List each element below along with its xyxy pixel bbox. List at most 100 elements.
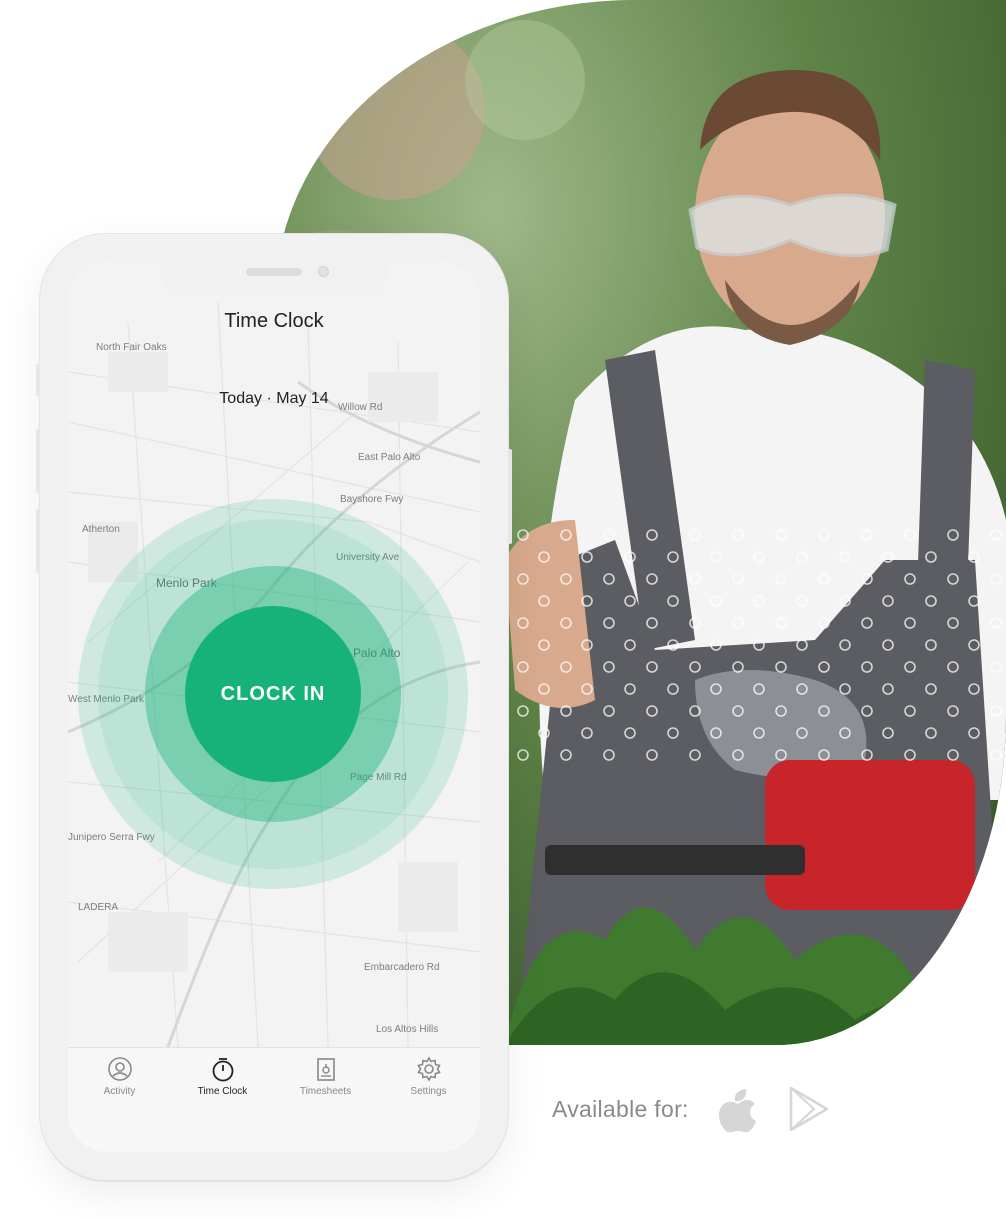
pattern-dot [624,639,636,651]
map-label: LADERA [78,902,119,913]
pattern-dot [947,661,959,673]
pattern-dot [904,573,916,585]
pattern-dot [517,529,529,541]
pattern-dot [689,529,701,541]
map-label: East Palo Alto [358,452,421,463]
screen-title: Time Clock [224,310,324,332]
pattern-dot [624,595,636,607]
pattern-dot [753,727,765,739]
pattern-dot [775,573,787,585]
pattern-dot [775,617,787,629]
pattern-dot [581,595,593,607]
pattern-dot [796,727,808,739]
volume-down-button [36,509,40,573]
pattern-dot [517,749,529,761]
pattern-dot [990,529,1002,541]
pattern-dot [925,595,937,607]
pattern-dot [689,573,701,585]
pattern-dot [538,595,550,607]
pattern-dot [904,705,916,717]
pattern-dot [818,705,830,717]
pattern-dot [818,617,830,629]
pattern-dot [581,551,593,563]
pattern-dot [646,573,658,585]
pattern-dot [560,573,572,585]
pattern-dot [839,683,851,695]
tab-timesheets[interactable]: Timesheets [274,1048,377,1152]
pattern-dot [796,683,808,695]
apple-icon[interactable] [717,1085,759,1133]
gear-icon [377,1056,480,1082]
pattern-dot [732,749,744,761]
pattern-dot [624,683,636,695]
pattern-dot [775,705,787,717]
pattern-dot [925,639,937,651]
tab-activity-label: Activity [103,1086,136,1097]
pattern-dot [925,683,937,695]
pattern-dot [667,595,679,607]
pattern-dot [646,529,658,541]
pattern-dot [990,705,1002,717]
pattern-dot [990,617,1002,629]
pattern-dot [603,617,615,629]
pattern-dot [689,661,701,673]
volume-up-button [36,429,40,493]
pattern-dot [560,529,572,541]
tab-settings-label: Settings [410,1086,447,1097]
phone-notch [160,262,388,296]
pattern-dot [732,573,744,585]
pattern-dot [517,705,529,717]
pattern-dot [818,529,830,541]
pattern-dot [517,573,529,585]
pattern-dot [646,749,658,761]
stopwatch-icon [171,1056,274,1082]
pattern-dot [603,529,615,541]
pattern-dot [947,617,959,629]
pattern-dot [882,727,894,739]
tab-activity[interactable]: Activity [68,1048,171,1152]
pattern-dot [882,551,894,563]
pattern-dot [839,595,851,607]
bottom-tab-bar: Activity Time Clock Timesheets Settings [68,1047,480,1152]
pattern-dot [861,573,873,585]
pattern-dot [861,705,873,717]
pattern-dot [990,749,1002,761]
pattern-dot [796,551,808,563]
clock-in-button[interactable]: CLOCK IN [185,606,361,782]
map-label: Atherton [82,524,120,535]
pattern-dot [904,529,916,541]
pattern-dot [538,727,550,739]
pattern-dot [882,683,894,695]
pattern-dot [624,551,636,563]
pattern-dot [904,661,916,673]
pattern-dot [538,683,550,695]
pattern-dot [560,705,572,717]
pattern-dot [624,727,636,739]
pattern-dot [775,749,787,761]
availability-row: Available for: [552,1085,831,1133]
pattern-dot [990,661,1002,673]
pattern-dot [667,639,679,651]
pattern-dot [947,705,959,717]
pattern-dot [947,573,959,585]
pattern-dot [968,683,980,695]
date-separator: · [266,390,272,407]
pattern-dot [968,727,980,739]
pattern-dot [560,661,572,673]
tab-time-clock[interactable]: Time Clock [171,1048,274,1152]
pattern-dot [538,551,550,563]
pattern-dot [818,573,830,585]
google-play-icon[interactable] [787,1085,831,1133]
tab-timesheets-label: Timesheets [299,1086,352,1097]
pattern-dot [517,617,529,629]
pattern-dot [689,705,701,717]
date-value: May 14 [276,390,329,407]
pattern-dot [839,727,851,739]
pattern-dot [538,639,550,651]
pattern-dot [904,617,916,629]
pattern-dot [968,639,980,651]
tab-settings[interactable]: Settings [377,1048,480,1152]
pattern-dot [753,639,765,651]
pattern-dot [667,727,679,739]
pattern-dot [925,551,937,563]
